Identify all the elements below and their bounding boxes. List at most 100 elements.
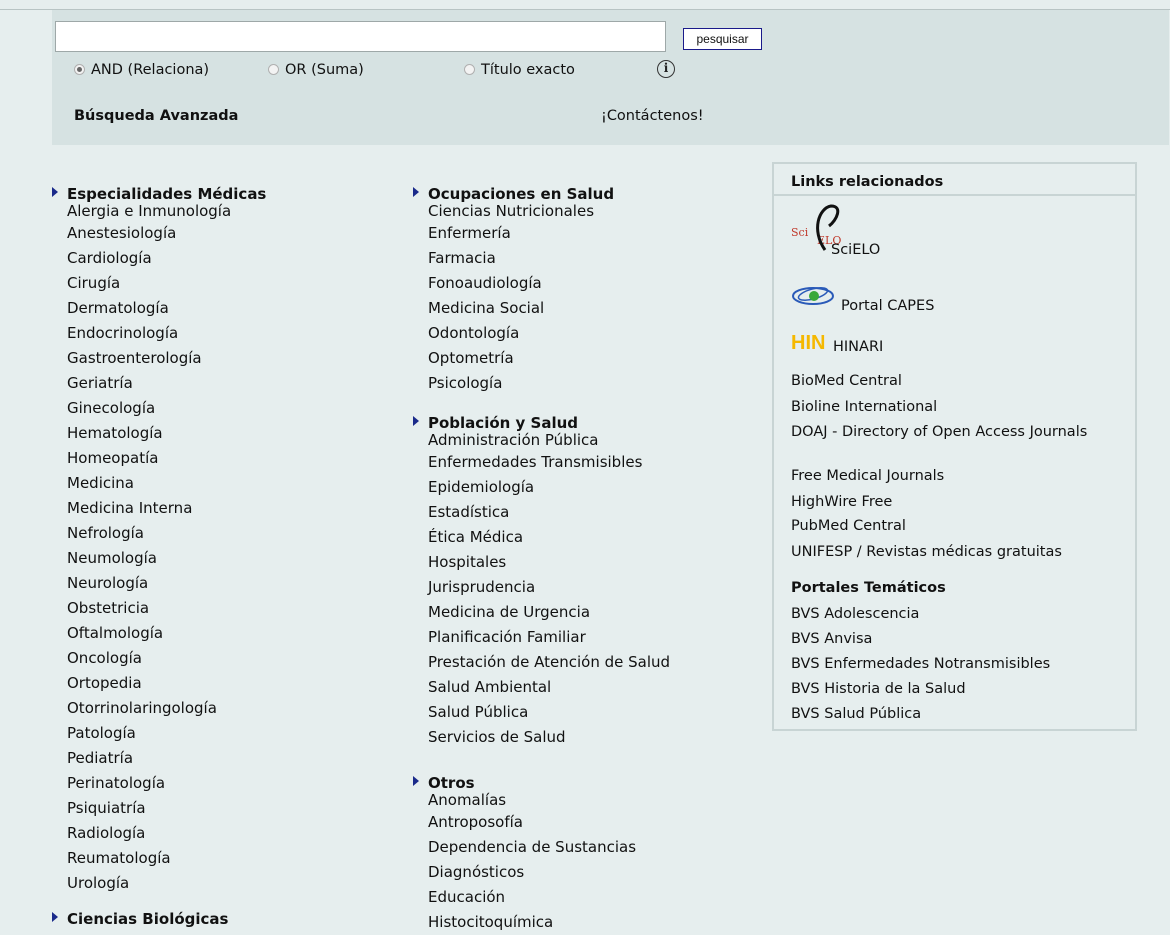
triangle-icon bbox=[413, 187, 419, 197]
list-item[interactable]: Anestesiología bbox=[67, 221, 266, 246]
related-link[interactable]: PubMed Central bbox=[791, 518, 906, 534]
list-item[interactable]: Anomalías bbox=[428, 793, 636, 810]
list-item[interactable]: Homeopatía bbox=[67, 446, 266, 471]
related-link[interactable]: Free Medical Journals bbox=[791, 468, 944, 484]
list-item[interactable]: Administración Pública bbox=[428, 433, 670, 450]
list-item[interactable]: Farmacia bbox=[428, 246, 614, 271]
list-item[interactable]: Psicología bbox=[428, 371, 614, 396]
list-item[interactable]: Pediatría bbox=[67, 746, 266, 771]
list-item[interactable]: Antroposofía bbox=[428, 810, 636, 835]
radio-or[interactable] bbox=[268, 64, 279, 75]
related-link[interactable]: Bioline International bbox=[791, 399, 937, 415]
column-especialidades: Especialidades Médicas Alergia e Inmunol… bbox=[52, 185, 266, 929]
hinari-link[interactable]: HIN HINARI bbox=[791, 332, 991, 362]
capes-logo-icon bbox=[792, 287, 834, 305]
list-item[interactable]: Medicina bbox=[67, 471, 266, 496]
portal-link[interactable]: BVS Adolescencia bbox=[791, 606, 919, 622]
option-or[interactable]: OR (Suma) bbox=[268, 62, 364, 78]
related-links-title: Links relacionados bbox=[774, 164, 1135, 196]
list-item[interactable]: Cirugía bbox=[67, 271, 266, 296]
portales-title: Portales Temáticos bbox=[791, 580, 946, 596]
option-and[interactable]: AND (Relaciona) bbox=[74, 62, 209, 78]
advanced-search-link[interactable]: Búsqueda Avanzada bbox=[74, 108, 238, 124]
section-title-ocupaciones[interactable]: Ocupaciones en Salud bbox=[413, 185, 614, 204]
portal-link[interactable]: BVS Anvisa bbox=[791, 631, 872, 647]
list-item[interactable]: Urología bbox=[67, 871, 266, 896]
list-item[interactable]: Ortopedia bbox=[67, 671, 266, 696]
list-item[interactable]: Oftalmología bbox=[67, 621, 266, 646]
portal-link[interactable]: BVS Historia de la Salud bbox=[791, 681, 966, 697]
list-item[interactable]: Obstetricia bbox=[67, 596, 266, 621]
triangle-icon bbox=[413, 776, 419, 786]
contact-link[interactable]: ¡Contáctenos! bbox=[601, 108, 704, 124]
list-item[interactable]: Hospitales bbox=[428, 550, 670, 575]
list-item[interactable]: Neumología bbox=[67, 546, 266, 571]
section-title-especialidades[interactable]: Especialidades Médicas bbox=[52, 185, 266, 204]
column-poblacion: Población y Salud Administración Pública… bbox=[413, 414, 670, 750]
list-item[interactable]: Dermatología bbox=[67, 296, 266, 321]
scielo-link[interactable]: Sci ELO SciELO bbox=[791, 200, 941, 260]
list-item[interactable]: Nefrología bbox=[67, 521, 266, 546]
list-item[interactable]: Medicina de Urgencia bbox=[428, 600, 670, 625]
triangle-icon bbox=[52, 187, 58, 197]
list-item[interactable]: Optometría bbox=[428, 346, 614, 371]
list-item[interactable]: Alergia e Inmunología bbox=[67, 204, 266, 221]
triangle-icon bbox=[52, 912, 58, 922]
list-item[interactable]: Endocrinología bbox=[67, 321, 266, 346]
triangle-icon bbox=[413, 416, 419, 426]
related-links-box: Links relacionados Sci ELO SciELO Portal… bbox=[772, 162, 1137, 731]
section-title-biologicas[interactable]: Ciencias Biológicas bbox=[52, 910, 266, 929]
info-icon[interactable]: i bbox=[657, 60, 675, 78]
portal-link[interactable]: BVS Enfermedades Notransmisibles bbox=[791, 656, 1050, 672]
list-item[interactable]: Radiología bbox=[67, 821, 266, 846]
radio-titulo[interactable] bbox=[464, 64, 475, 75]
column-otros: Otros Anomalías Antroposofía Dependencia d… bbox=[413, 774, 636, 935]
capes-link[interactable]: Portal CAPES bbox=[791, 282, 991, 314]
list-item[interactable]: Ciencias Nutricionales bbox=[428, 204, 614, 221]
list-item[interactable]: Ética Médica bbox=[428, 525, 670, 550]
list-item[interactable]: Jurisprudencia bbox=[428, 575, 670, 600]
list-item[interactable]: Prestación de Atención de Salud bbox=[428, 650, 670, 675]
list-item[interactable]: Cardiología bbox=[67, 246, 266, 271]
related-link[interactable]: DOAJ - Directory of Open Access Journals bbox=[791, 424, 1111, 441]
list-item[interactable]: Salud Pública bbox=[428, 700, 670, 725]
related-link[interactable]: UNIFESP / Revistas médicas gratuitas bbox=[791, 544, 1062, 560]
list-item[interactable]: Oncología bbox=[67, 646, 266, 671]
list-item[interactable]: Patología bbox=[67, 721, 266, 746]
list-item[interactable]: Gastroenterología bbox=[67, 346, 266, 371]
list-item[interactable]: Otorrinolaringología bbox=[67, 696, 266, 721]
list-item[interactable]: Perinatología bbox=[67, 771, 266, 796]
list-item[interactable]: Hematología bbox=[67, 421, 266, 446]
list-item[interactable]: Odontología bbox=[428, 321, 614, 346]
list-item[interactable]: Estadística bbox=[428, 500, 670, 525]
related-link[interactable]: HighWire Free bbox=[791, 494, 892, 510]
list-item[interactable]: Diagnósticos bbox=[428, 860, 636, 885]
portal-link[interactable]: BVS Salud Pública bbox=[791, 706, 921, 722]
list-item[interactable]: Planificación Familiar bbox=[428, 625, 670, 650]
list-item[interactable]: Fonoaudiología bbox=[428, 271, 614, 296]
radio-and[interactable] bbox=[74, 64, 85, 75]
list-item[interactable]: Salud Ambiental bbox=[428, 675, 670, 700]
list-item[interactable]: Reumatología bbox=[67, 846, 266, 871]
list-item[interactable]: Educación bbox=[428, 885, 636, 910]
list-item[interactable]: Neurología bbox=[67, 571, 266, 596]
list-item[interactable]: Dependencia de Sustancias bbox=[428, 835, 636, 860]
list-item[interactable]: Psiquiatría bbox=[67, 796, 266, 821]
option-titulo[interactable]: Título exacto bbox=[464, 62, 575, 78]
column-ocupaciones: Ocupaciones en Salud Ciencias Nutriciona… bbox=[413, 185, 614, 396]
list-item[interactable]: Servicios de Salud bbox=[428, 725, 670, 750]
hinari-logo-icon: HIN bbox=[791, 332, 826, 354]
list-item[interactable]: Geriatría bbox=[67, 371, 266, 396]
list-item[interactable]: Medicina Interna bbox=[67, 496, 266, 521]
search-input[interactable] bbox=[55, 21, 666, 52]
section-title-poblacion[interactable]: Población y Salud bbox=[413, 414, 670, 433]
list-item[interactable]: Ginecología bbox=[67, 396, 266, 421]
list-item[interactable]: Epidemiología bbox=[428, 475, 670, 500]
section-title-otros[interactable]: Otros bbox=[413, 774, 636, 793]
related-link[interactable]: BioMed Central bbox=[791, 373, 902, 389]
list-item[interactable]: Histocitoquímica bbox=[428, 910, 636, 935]
list-item[interactable]: Enfermedades Transmisibles bbox=[428, 450, 670, 475]
search-button[interactable]: pesquisar bbox=[683, 28, 762, 50]
list-item[interactable]: Enfermería bbox=[428, 221, 614, 246]
list-item[interactable]: Medicina Social bbox=[428, 296, 614, 321]
